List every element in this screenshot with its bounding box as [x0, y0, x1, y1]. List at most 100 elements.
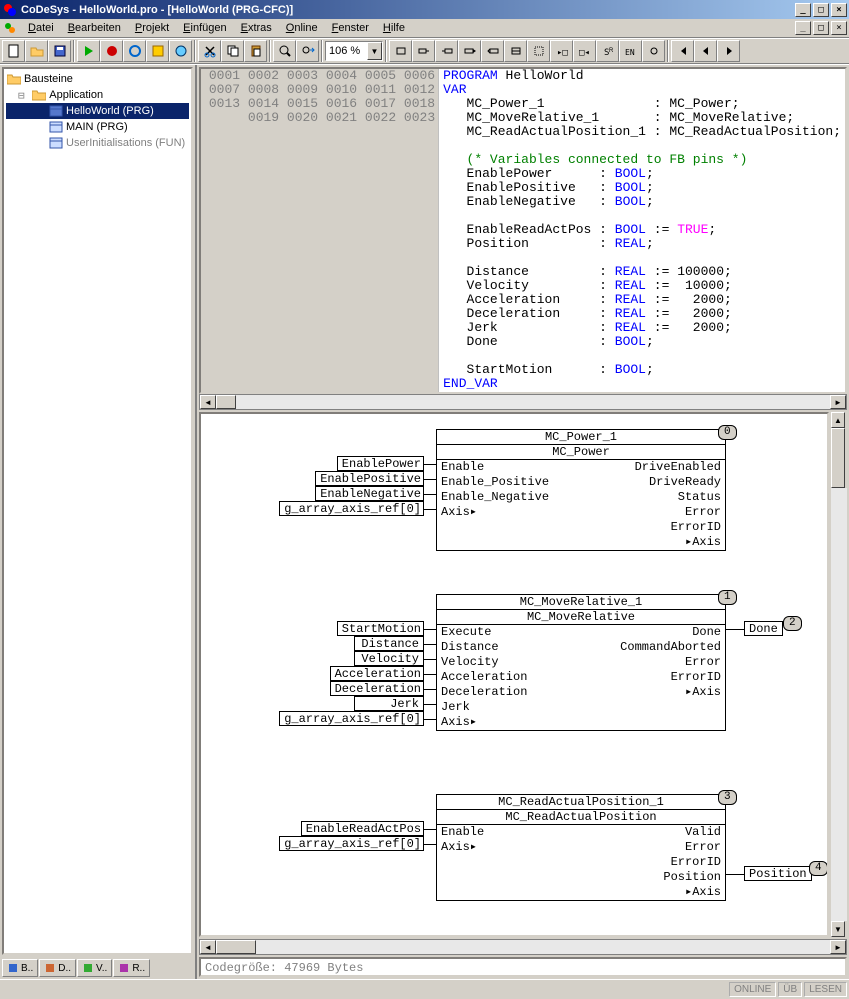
fb-order-badge: 0 — [718, 425, 737, 440]
project-tree[interactable]: Bausteine ⊟ Application HelloWorld (PRG)… — [2, 67, 193, 955]
cfc-label-button[interactable] — [481, 40, 504, 62]
findnext-button[interactable] — [296, 40, 319, 62]
scroll-left-button[interactable]: ◄ — [200, 395, 216, 409]
find-button[interactable] — [273, 40, 296, 62]
cut-button[interactable] — [198, 40, 221, 62]
fb-input-value[interactable]: Deceleration — [330, 681, 424, 696]
function-block[interactable]: MC_ReadActualPosition_1MC_ReadActualPosi… — [436, 794, 726, 901]
editor-area: 0001 0002 0003 0004 0005 0006 0007 0008 … — [197, 65, 849, 979]
fb-input-value[interactable]: Jerk — [354, 696, 424, 711]
sidebar: Bausteine ⊟ Application HelloWorld (PRG)… — [0, 65, 197, 979]
zoom-combo[interactable]: 106 %▼ — [325, 41, 383, 61]
login-button[interactable] — [146, 40, 169, 62]
tool-button[interactable] — [123, 40, 146, 62]
fb-input-value[interactable]: Velocity — [354, 651, 424, 666]
menu-bearbeiten[interactable]: Bearbeiten — [61, 20, 128, 36]
tree-app[interactable]: ⊟ Application — [6, 87, 189, 103]
mdi-minimize-button[interactable]: _ — [795, 21, 811, 35]
nav-prev-button[interactable] — [694, 40, 717, 62]
fb-inputs: ExecuteDistanceVelocityAccelerationDecel… — [437, 625, 531, 730]
fb-input-value[interactable]: g_array_axis_ref[0] — [279, 711, 424, 726]
wire — [726, 874, 744, 875]
cfc-neg-button[interactable] — [642, 40, 665, 62]
cfc-connmark2-button[interactable]: □◂ — [573, 40, 596, 62]
maximize-button[interactable]: □ — [813, 3, 829, 17]
fb-output-value[interactable]: Done — [744, 621, 783, 636]
wire — [424, 704, 436, 705]
scroll-down-button[interactable]: ▼ — [831, 921, 845, 937]
fb-type: MC_MoveRelative — [437, 610, 725, 625]
fb-input-value[interactable]: Acceleration — [330, 666, 424, 681]
scroll-thumb[interactable] — [831, 428, 845, 488]
scroll-up-button[interactable]: ▲ — [831, 412, 845, 428]
scroll-thumb[interactable] — [216, 395, 236, 409]
save-button[interactable] — [48, 40, 71, 62]
scroll-thumb[interactable] — [216, 940, 256, 954]
cfc-set-button[interactable]: SR — [596, 40, 619, 62]
code-hscroll[interactable]: ◄ ► — [199, 394, 847, 410]
fb-input-value[interactable]: g_array_axis_ref[0] — [279, 836, 424, 851]
tab-icon — [44, 962, 56, 974]
cfc-hscroll[interactable]: ◄ ► — [199, 939, 847, 955]
folder-icon — [31, 88, 47, 102]
run-button[interactable] — [77, 40, 100, 62]
cfc-editor[interactable]: MC_Power_1MC_PowerEnableEnable_PositiveE… — [199, 412, 829, 937]
function-block[interactable]: MC_MoveRelative_1MC_MoveRelativeExecuteD… — [436, 594, 726, 731]
sidebar-tab[interactable]: V.. — [77, 959, 112, 977]
code-editor[interactable]: 0001 0002 0003 0004 0005 0006 0007 0008 … — [199, 67, 847, 394]
nav-next-button[interactable] — [717, 40, 740, 62]
menu-projekt[interactable]: Projekt — [128, 20, 176, 36]
fb-input-value[interactable]: EnablePositive — [315, 471, 424, 486]
cfc-jump-button[interactable] — [458, 40, 481, 62]
status-online: ONLINE — [729, 982, 776, 997]
cfc-en-button[interactable]: EN — [619, 40, 642, 62]
sidebar-tab[interactable]: R.. — [113, 959, 150, 977]
fb-input-value[interactable]: EnablePower — [337, 456, 424, 471]
cfc-connmark-button[interactable]: ▸□ — [550, 40, 573, 62]
scroll-right-button[interactable]: ► — [830, 940, 846, 954]
mdi-maximize-button[interactable]: □ — [813, 21, 829, 35]
mdi-close-button[interactable]: × — [831, 21, 847, 35]
scroll-left-button[interactable]: ◄ — [200, 940, 216, 954]
fb-input-value[interactable]: Distance — [354, 636, 424, 651]
tree-item[interactable]: HelloWorld (PRG) — [6, 103, 189, 119]
code-content[interactable]: PROGRAM HelloWorld VAR MC_Power_1 : MC_P… — [439, 69, 845, 392]
cfc-box-button[interactable] — [389, 40, 412, 62]
menu-hilfe[interactable]: Hilfe — [376, 20, 412, 36]
cfc-comment-button[interactable] — [527, 40, 550, 62]
tab-icon — [118, 962, 130, 974]
sidebar-tab[interactable]: D.. — [39, 959, 76, 977]
tree-root[interactable]: Bausteine — [6, 71, 189, 87]
cfc-vscroll[interactable]: ▲ ▼ — [831, 412, 847, 937]
cfc-output-button[interactable] — [435, 40, 458, 62]
tree-item[interactable]: MAIN (PRG) — [6, 119, 189, 135]
cfc-input-button[interactable] — [412, 40, 435, 62]
paste-button[interactable] — [244, 40, 267, 62]
minimize-button[interactable]: _ — [795, 3, 811, 17]
menu-online[interactable]: Online — [279, 20, 325, 36]
scroll-right-button[interactable]: ► — [830, 395, 846, 409]
tree-item-label: HelloWorld (PRG) — [66, 105, 154, 117]
fb-output-value[interactable]: Position — [744, 866, 812, 881]
menu-datei[interactable]: Datei — [21, 20, 61, 36]
stop-button[interactable] — [100, 40, 123, 62]
fb-input-value[interactable]: StartMotion — [337, 621, 424, 636]
fb-input-value[interactable]: g_array_axis_ref[0] — [279, 501, 424, 516]
global-button[interactable] — [169, 40, 192, 62]
cfc-return-button[interactable] — [504, 40, 527, 62]
status-ub: ÜB — [778, 982, 802, 997]
tree-item[interactable]: UserInitialisations (FUN) — [6, 135, 189, 151]
close-button[interactable]: × — [831, 3, 847, 17]
wire — [424, 844, 436, 845]
copy-button[interactable] — [221, 40, 244, 62]
fb-input-value[interactable]: EnableReadActPos — [301, 821, 424, 836]
menu-einfügen[interactable]: Einfügen — [176, 20, 233, 36]
nav-first-button[interactable] — [671, 40, 694, 62]
fb-input-value[interactable]: EnableNegative — [315, 486, 424, 501]
function-block[interactable]: MC_Power_1MC_PowerEnableEnable_PositiveE… — [436, 429, 726, 551]
menu-fenster[interactable]: Fenster — [325, 20, 376, 36]
open-button[interactable] — [25, 40, 48, 62]
menu-extras[interactable]: Extras — [234, 20, 279, 36]
sidebar-tab[interactable]: B.. — [2, 959, 38, 977]
new-button[interactable] — [2, 40, 25, 62]
